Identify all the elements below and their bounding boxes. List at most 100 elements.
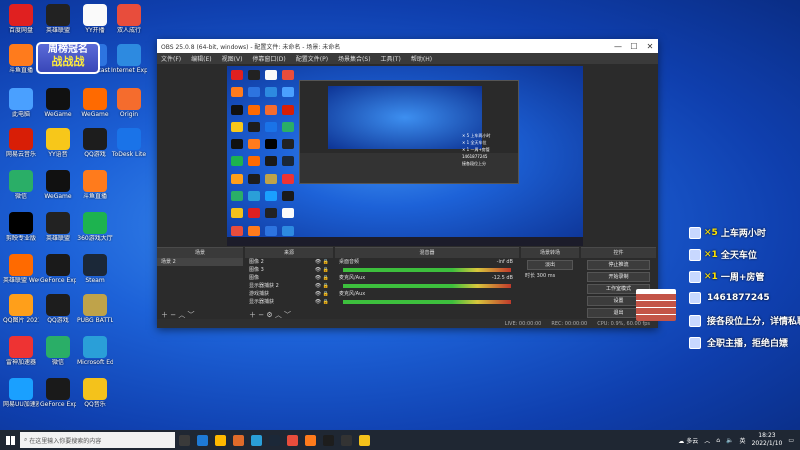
preview-mini-icon: [282, 121, 294, 132]
close-icon[interactable]: ✕: [642, 42, 658, 51]
control-button[interactable]: 停止推流: [587, 260, 650, 270]
source-item[interactable]: 图像 👁 🔒: [245, 274, 333, 282]
app-icon: [117, 4, 141, 26]
visibility-eye-icon[interactable]: 👁 🔒: [315, 266, 329, 274]
source-item[interactable]: 图像 3 👁 🔒: [245, 266, 333, 274]
control-button[interactable]: 开始录制: [587, 272, 650, 282]
track-name: 麦克风/Aux: [339, 275, 366, 281]
obs-menu-item[interactable]: 编辑(E): [191, 54, 211, 63]
obs-titlebar[interactable]: OBS 25.0.8 (64-bit, windows) - 配置文件: 未命名…: [157, 39, 658, 53]
desktop-icon[interactable]: 英雄联盟: [40, 212, 76, 242]
taskbar-search[interactable]: ⌕ 在这里输入你要搜索的内容: [20, 432, 175, 448]
preview-mini-icon: [248, 156, 260, 167]
taskbar-app-icon[interactable]: [211, 430, 229, 450]
volume-icon[interactable]: 🔈: [726, 437, 733, 444]
taskbar-app-icon[interactable]: [301, 430, 319, 450]
duration-value[interactable]: 300 ms: [537, 273, 556, 279]
desktop-icon[interactable]: Internet Explorer: [111, 44, 147, 74]
transition-type-select[interactable]: 淡出: [527, 260, 573, 270]
ime-language[interactable]: 英: [740, 436, 746, 445]
desktop-icon[interactable]: 此电脑: [3, 88, 39, 118]
desktop-icon[interactable]: ToDesk Lite: [111, 128, 147, 158]
obs-menu-item[interactable]: 文件(F): [161, 54, 181, 63]
volume-meter[interactable]: [343, 268, 511, 272]
transition-duration[interactable]: 时长 300 ms: [521, 272, 579, 280]
preview-mini-icon: [231, 104, 243, 115]
visibility-eye-icon[interactable]: 👁 🔒: [315, 274, 329, 282]
desktop-icon[interactable]: QQ图片 2021091...: [3, 294, 39, 324]
weather-widget[interactable]: ☁ 多云: [678, 436, 698, 445]
visibility-eye-icon[interactable]: 👁 🔒: [315, 282, 329, 290]
maximize-icon[interactable]: ☐: [626, 42, 642, 51]
start-button[interactable]: [0, 430, 20, 450]
taskbar-app-icon[interactable]: [247, 430, 265, 450]
desktop-icon[interactable]: 英雄联盟: [40, 4, 76, 34]
clock[interactable]: 18:23 2022/1/10: [752, 432, 783, 448]
volume-meter[interactable]: [343, 300, 511, 304]
desktop-icon[interactable]: 斗鱼直播: [77, 170, 113, 200]
minimize-icon[interactable]: —: [610, 42, 626, 51]
overlay-text: 1461877245: [707, 293, 770, 303]
desktop-icon[interactable]: GeForce Experience: [40, 254, 76, 284]
obs-menu-item[interactable]: 工具(T): [381, 54, 401, 63]
desktop-icon[interactable]: WeGame: [40, 170, 76, 200]
scene-list: 场景 2: [157, 258, 243, 266]
desktop-icon[interactable]: 360游戏大厅: [77, 212, 113, 242]
obs-menu-item[interactable]: 帮助(H): [411, 54, 432, 63]
scene-item[interactable]: 场景 2: [157, 258, 243, 266]
source-item[interactable]: 显示器捕获 2 👁 🔒: [245, 282, 333, 290]
desktop-icon[interactable]: QQ音乐: [77, 378, 113, 408]
desktop-icon[interactable]: 微信: [3, 170, 39, 200]
taskbar-app-icon[interactable]: [355, 430, 373, 450]
preview-mini-icon: [248, 87, 260, 98]
visibility-eye-icon[interactable]: 👁 🔒: [315, 290, 329, 298]
desktop-icon[interactable]: 百度网盘: [3, 4, 39, 34]
desktop-icon[interactable]: QQ游戏: [77, 128, 113, 158]
overlay-bullet-icon: [689, 226, 701, 239]
overlay-line: 1461877245: [689, 292, 770, 304]
desktop-icon[interactable]: QQ游戏: [40, 294, 76, 324]
obs-window[interactable]: OBS 25.0.8 (64-bit, windows) - 配置文件: 未命名…: [157, 39, 658, 328]
desktop-icon[interactable]: WeGame: [40, 88, 76, 118]
obs-menu-item[interactable]: 停靠窗口(D): [252, 54, 285, 63]
desktop-icon[interactable]: 英雄联盟 WeGame: [3, 254, 39, 284]
desktop-icon[interactable]: 斗鱼直播: [3, 44, 39, 74]
taskbar-app-icon[interactable]: [229, 430, 247, 450]
desktop-icon[interactable]: 双人成行: [111, 4, 147, 34]
desktop-icon[interactable]: 网易UU加速器: [3, 378, 39, 408]
desktop-icon[interactable]: Steam: [77, 254, 113, 284]
desktop-icon[interactable]: Microsoft Edge: [77, 336, 113, 366]
obs-preview[interactable]: ✕ 5 上车两小时 ✕ 1 全天车位 ✕ 1 一周+房管 1461877245 接各段位…: [227, 66, 583, 246]
obs-menu-item[interactable]: 场景集合(S): [338, 54, 371, 63]
app-icon: [9, 4, 33, 26]
desktop-icon[interactable]: WeGame: [77, 88, 113, 118]
taskbar-app-icon[interactable]: [193, 430, 211, 450]
desktop-icon[interactable]: YY开播: [77, 4, 113, 34]
network-icon[interactable]: ⌂: [716, 437, 720, 444]
source-item[interactable]: 图像 2 👁 🔒: [245, 258, 333, 266]
desktop-icon[interactable]: 网易云音乐: [3, 128, 39, 158]
taskbar-app-icon[interactable]: [175, 430, 193, 450]
desktop-icon[interactable]: 剪映专业版: [3, 212, 39, 242]
desktop-icon-label: Origin: [119, 111, 139, 118]
notification-icon[interactable]: ▭: [788, 437, 794, 444]
volume-meter[interactable]: [343, 284, 511, 288]
desktop-icon[interactable]: 微信: [40, 336, 76, 366]
obs-menu-item[interactable]: 配置文件(P): [296, 54, 328, 63]
preview-mini-icon: [248, 121, 260, 132]
obs-menu-item[interactable]: 视图(V): [222, 54, 243, 63]
desktop-icon[interactable]: PUBG BATTLEGR...: [77, 294, 113, 324]
visibility-eye-icon[interactable]: 👁 🔒: [315, 298, 329, 306]
taskbar-app-icon[interactable]: [283, 430, 301, 450]
desktop-icon[interactable]: 雷神加速器: [3, 336, 39, 366]
taskbar-app-icon[interactable]: [337, 430, 355, 450]
source-item[interactable]: 游戏捕获 👁 🔒: [245, 290, 333, 298]
desktop-icon[interactable]: GeForce Experience: [40, 378, 76, 408]
source-item[interactable]: 显示器捕获 👁 🔒: [245, 298, 333, 306]
tray-chevron-icon[interactable]: ︿: [704, 436, 710, 445]
visibility-eye-icon[interactable]: 👁 🔒: [315, 258, 329, 266]
desktop-icon[interactable]: YY语音: [40, 128, 76, 158]
desktop-icon[interactable]: Origin: [111, 88, 147, 118]
taskbar-app-icon[interactable]: [319, 430, 337, 450]
taskbar-app-icon[interactable]: [265, 430, 283, 450]
